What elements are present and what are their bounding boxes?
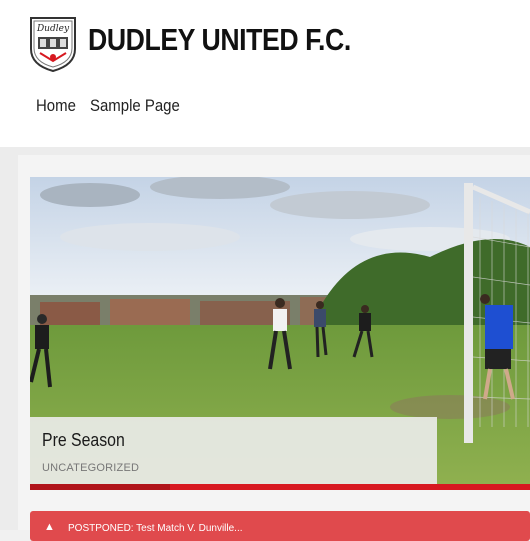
club-crest-logo[interactable]: Dudley	[28, 15, 78, 73]
svg-text:Dudley: Dudley	[36, 24, 70, 34]
primary-navigation: Home Sample Page	[36, 96, 192, 116]
featured-post-caption[interactable]: Pre Season UNCATEGORIZED	[30, 417, 437, 484]
ticker-text[interactable]: POSTPONED: Test Match V. Dunville...	[68, 523, 243, 534]
site-title[interactable]: DUDLEY UNITED F.C.	[88, 22, 351, 58]
news-ticker[interactable]: ▲ POSTPONED: Test Match V. Dunville...	[30, 511, 530, 541]
nav-item-home[interactable]: Home	[36, 96, 76, 116]
warning-icon: ▲	[44, 521, 55, 533]
slider-progress-active	[30, 484, 170, 490]
site-header: Dudley DUDLEY UNITED F.C. Home Sample Pa…	[0, 0, 530, 147]
nav-item-sample-page[interactable]: Sample Page	[90, 96, 180, 116]
post-category[interactable]: UNCATEGORIZED	[42, 462, 139, 474]
post-title[interactable]: Pre Season	[42, 430, 125, 451]
